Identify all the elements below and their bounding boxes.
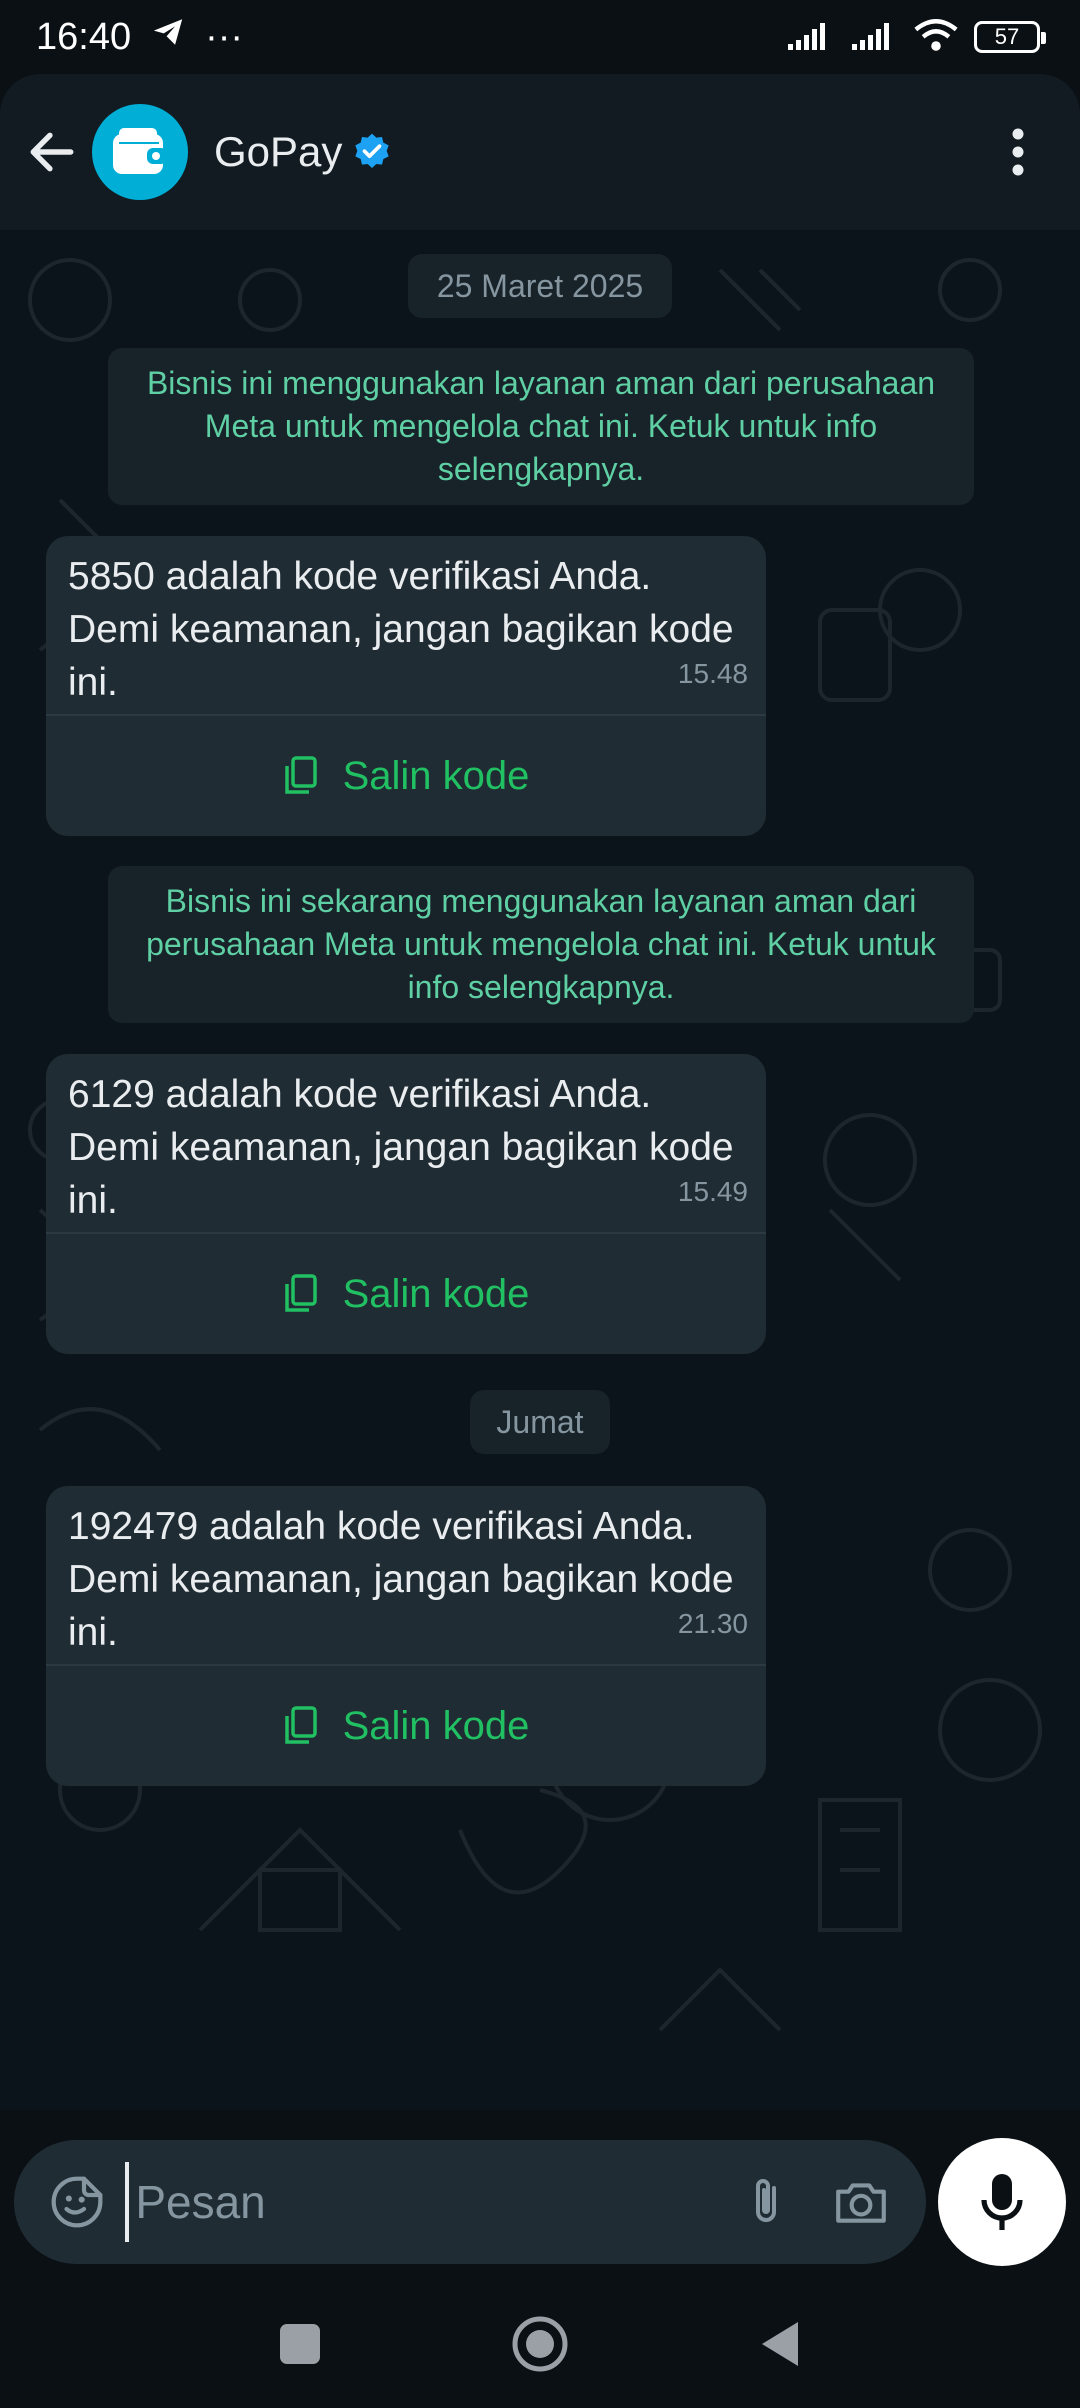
status-time: 16:40 — [36, 15, 132, 58]
date-separator: 25 Maret 2025 — [408, 254, 672, 318]
copy-icon — [284, 1706, 317, 1744]
message-input[interactable] — [125, 2162, 734, 2242]
copy-code-label: Salin kode — [342, 753, 530, 798]
copy-code-label: Salin kode — [342, 1271, 530, 1316]
verification-code: 6129 — [68, 1073, 155, 1116]
back-nav-button[interactable] — [740, 2304, 820, 2384]
verified-badge-icon — [352, 132, 392, 172]
system-notice-text: Bisnis ini sekarang menggunakan layanan … — [146, 883, 936, 1005]
system-notice-text: Bisnis ini menggunakan layanan aman dari… — [146, 365, 936, 487]
copy-code-label: Salin kode — [342, 1703, 530, 1748]
date-separator-label: Jumat — [496, 1403, 584, 1440]
contact-name[interactable]: GoPay — [214, 128, 342, 176]
telegram-icon — [151, 15, 185, 59]
triangle-back-icon — [762, 2322, 798, 2366]
system-notice[interactable]: Bisnis ini menggunakan layanan aman dari… — [108, 348, 974, 505]
message-bubble[interactable]: 5850 adalah kode verifikasi Anda. Demi k… — [46, 536, 766, 836]
date-separator: Jumat — [470, 1390, 610, 1454]
message-composer — [14, 2140, 926, 2264]
copy-code-button[interactable]: Salin kode — [46, 716, 766, 836]
home-button[interactable] — [500, 2304, 580, 2384]
square-icon — [280, 2324, 320, 2364]
system-navigation-bar — [0, 2280, 1080, 2408]
attach-button[interactable] — [733, 2162, 798, 2242]
message-text: 5850 adalah kode verifikasi Anda. Demi k… — [46, 536, 766, 714]
recents-button[interactable] — [260, 2304, 340, 2384]
wallet-icon — [113, 128, 167, 174]
avatar[interactable] — [92, 104, 188, 200]
message-body: adalah kode verifikasi Anda. Demi keaman… — [68, 555, 734, 704]
status-left: 16:40 ··· — [36, 15, 243, 59]
copy-icon — [284, 756, 317, 794]
copy-code-button[interactable]: Salin kode — [46, 1666, 766, 1786]
chat-screen: 16:40 ··· 57 GoPay 25 Maret 2025 Bisnis … — [0, 0, 1080, 2408]
copy-code-button[interactable]: Salin kode — [46, 1234, 766, 1354]
back-arrow-icon — [30, 132, 74, 172]
message-text: 192479 adalah kode verifikasi Anda. Demi… — [46, 1486, 766, 1664]
camera-button[interactable] — [829, 2162, 894, 2242]
date-separator-label: 25 Maret 2025 — [436, 267, 644, 304]
camera-icon — [836, 2183, 887, 2223]
voice-message-button[interactable] — [938, 2138, 1066, 2266]
system-notice[interactable]: Bisnis ini sekarang menggunakan layanan … — [108, 866, 974, 1023]
chat-area[interactable]: 25 Maret 2025 Bisnis ini menggunakan lay… — [0, 230, 1080, 2110]
microphone-icon — [981, 2174, 1023, 2230]
message-bubble[interactable]: 192479 adalah kode verifikasi Anda. Demi… — [46, 1486, 766, 1786]
message-text: 6129 adalah kode verifikasi Anda. Demi k… — [46, 1054, 766, 1232]
more-notifications-indicator: ··· — [205, 15, 244, 58]
more-vertical-icon — [1012, 128, 1024, 176]
sticker-button[interactable] — [44, 2162, 109, 2242]
message-time: 15.48 — [677, 658, 748, 689]
back-button[interactable] — [12, 112, 92, 192]
message-body: adalah kode verifikasi Anda. Demi keaman… — [68, 1073, 734, 1222]
signal-icon — [786, 20, 834, 55]
sticker-icon — [51, 2176, 103, 2228]
more-options-button[interactable] — [978, 112, 1058, 192]
copy-icon — [284, 1274, 317, 1312]
battery-icon: 57 — [974, 21, 1046, 53]
status-right: 57 — [786, 18, 1046, 57]
status-bar: 16:40 ··· 57 — [0, 0, 1080, 74]
wifi-icon — [914, 18, 958, 57]
message-bubble[interactable]: 6129 adalah kode verifikasi Anda. Demi k… — [46, 1054, 766, 1354]
paperclip-icon — [755, 2179, 776, 2222]
signal-icon — [850, 20, 898, 55]
verification-code: 192479 — [68, 1505, 199, 1548]
message-time: 21.30 — [677, 1608, 748, 1639]
verification-code: 5850 — [68, 555, 155, 598]
message-time: 15.49 — [677, 1176, 748, 1207]
home-circle-icon — [512, 2316, 568, 2372]
chat-header: GoPay — [0, 74, 1080, 230]
